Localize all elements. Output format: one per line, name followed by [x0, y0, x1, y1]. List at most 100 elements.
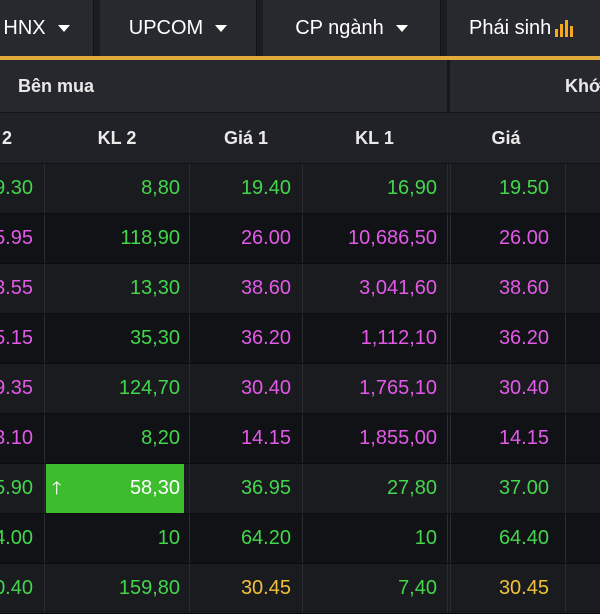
cell-gia: 30.40: [498, 377, 549, 399]
column-separator: [189, 164, 190, 213]
column-separator: [447, 314, 448, 363]
column-separator: [44, 314, 45, 363]
cell-gia-2: 3.55: [0, 277, 33, 299]
column-separator: [44, 564, 45, 613]
table-row[interactable]: 9.35 124,70 30.40 1,765,10 30.40: [0, 364, 600, 414]
cell-gia: 14.15: [498, 427, 549, 449]
column-separator: [189, 414, 190, 463]
tab-cp-nganh-label: CP ngành: [295, 16, 384, 39]
cell-gia: 37.00: [498, 477, 549, 499]
column-separator: [565, 364, 566, 413]
column-header-kl-1[interactable]: KL 1: [302, 113, 447, 163]
cell-gia: 19.50: [498, 177, 549, 199]
cell-kl-1: 1,112,10: [360, 327, 437, 349]
table-row[interactable]: 5.95 118,90 26.00 10,686,50 26.00: [0, 214, 600, 264]
column-header-gia-2[interactable]: 2: [0, 113, 18, 163]
cell-gia: 38.60: [498, 277, 549, 299]
tab-cp-nganh[interactable]: CP ngành: [263, 0, 441, 56]
group-header-row: Bên mua Khớ: [0, 60, 600, 112]
column-separator: [189, 214, 190, 263]
market-tabs: HNX UPCOM CP ngành Phái sinh: [0, 0, 600, 56]
column-separator: [302, 514, 303, 563]
cell-gia: 36.20: [498, 327, 549, 349]
column-separator: [565, 514, 566, 563]
column-separator: [450, 214, 451, 263]
cell-gia-2: 5.15: [0, 327, 33, 349]
cell-kl-2: 8,20: [141, 427, 180, 449]
cell-kl-2: 13,30: [129, 277, 180, 299]
tab-phai-sinh[interactable]: Phái sinh: [447, 0, 600, 56]
column-header-row: 2 KL 2 Giá 1 KL 1 Giá: [0, 112, 600, 163]
column-separator: [189, 264, 190, 313]
cell-kl-2: 35,30: [129, 327, 180, 349]
cell-gia: 26.00: [498, 227, 549, 249]
cell-gia-1: 30.40: [240, 377, 291, 399]
table-row[interactable]: 3.10 8,20 14.15 1,855,00 14.15: [0, 414, 600, 464]
column-separator: [565, 414, 566, 463]
table-row[interactable]: 9.30 8,80 19.40 16,90 19.50: [0, 164, 600, 214]
cell-kl-1: 10: [414, 527, 437, 549]
column-separator: [44, 214, 45, 263]
column-separator: [565, 464, 566, 513]
column-separator: [450, 464, 451, 513]
cell-gia-2: 9.30: [0, 177, 33, 199]
column-separator: [302, 364, 303, 413]
tab-upcom-label: UPCOM: [128, 16, 204, 39]
column-separator: [44, 514, 45, 563]
column-separator: [189, 464, 190, 513]
column-separator: [450, 314, 451, 363]
column-separator: [450, 364, 451, 413]
column-separator: [447, 414, 448, 463]
table-row[interactable]: 🡑 5.90 58,30 36.95 27,80 37.00: [0, 464, 600, 514]
column-separator: [302, 314, 303, 363]
cell-gia-2: 0.40: [0, 577, 33, 599]
column-separator: [447, 464, 448, 513]
cell-kl-1: 3,041,60: [359, 277, 437, 299]
column-separator: [565, 164, 566, 213]
column-separator: [189, 314, 190, 363]
cell-gia-1: 30.45: [240, 577, 291, 599]
column-separator: [565, 564, 566, 613]
column-separator: [44, 164, 45, 213]
column-separator: [302, 164, 303, 213]
cell-kl-2: 10: [157, 527, 180, 549]
column-separator: [565, 314, 566, 363]
cell-kl-2: 58,30: [129, 477, 180, 499]
cell-kl-1: 1,765,10: [359, 377, 437, 399]
column-separator: [302, 214, 303, 263]
chevron-down-icon: [215, 24, 228, 32]
column-separator: [189, 564, 190, 613]
column-separator: [565, 214, 566, 263]
column-separator: [189, 514, 190, 563]
table-row[interactable]: 0.40 159,80 30.45 7,40 30.45: [0, 564, 600, 614]
column-separator: [302, 564, 303, 613]
cell-kl-1: 27,80: [386, 477, 437, 499]
cell-kl-2: 124,70: [118, 377, 180, 399]
cell-gia-2: 9.35: [0, 377, 33, 399]
column-separator: [450, 164, 451, 213]
cell-kl-1: 10,686,50: [348, 227, 437, 249]
tab-upcom[interactable]: UPCOM: [100, 0, 257, 56]
column-header-gia-1[interactable]: Giá 1: [190, 113, 302, 163]
cell-gia-1: 38.60: [240, 277, 291, 299]
group-divider: [447, 60, 450, 112]
cell-gia-1: 36.20: [240, 327, 291, 349]
column-separator: [447, 164, 448, 213]
price-board-table: 9.30 8,80 19.40 16,90 19.50 5.95 118,90 26.00 10…: [0, 164, 600, 614]
table-row[interactable]: 4.00 10 64.20 10 64.40: [0, 514, 600, 564]
cell-gia-2: 3.10: [0, 427, 33, 449]
chevron-down-icon: [57, 24, 70, 32]
column-separator: [44, 464, 45, 513]
column-header-gia[interactable]: Giá: [450, 113, 562, 163]
tab-hnx[interactable]: HNX: [0, 0, 94, 56]
column-separator: [450, 264, 451, 313]
column-separator: [189, 364, 190, 413]
cell-gia-2: 4.00: [0, 527, 33, 549]
cell-gia-1: 26.00: [240, 227, 291, 249]
table-row[interactable]: 3.55 13,30 38.60 3,041,60 38.60: [0, 264, 600, 314]
cell-gia-2: 5.95: [0, 227, 33, 249]
column-separator: [565, 264, 566, 313]
up-arrow-icon: 🡑: [52, 478, 62, 498]
table-row[interactable]: 5.15 35,30 36.20 1,112,10 36.20: [0, 314, 600, 364]
column-header-kl-2[interactable]: KL 2: [46, 113, 188, 163]
